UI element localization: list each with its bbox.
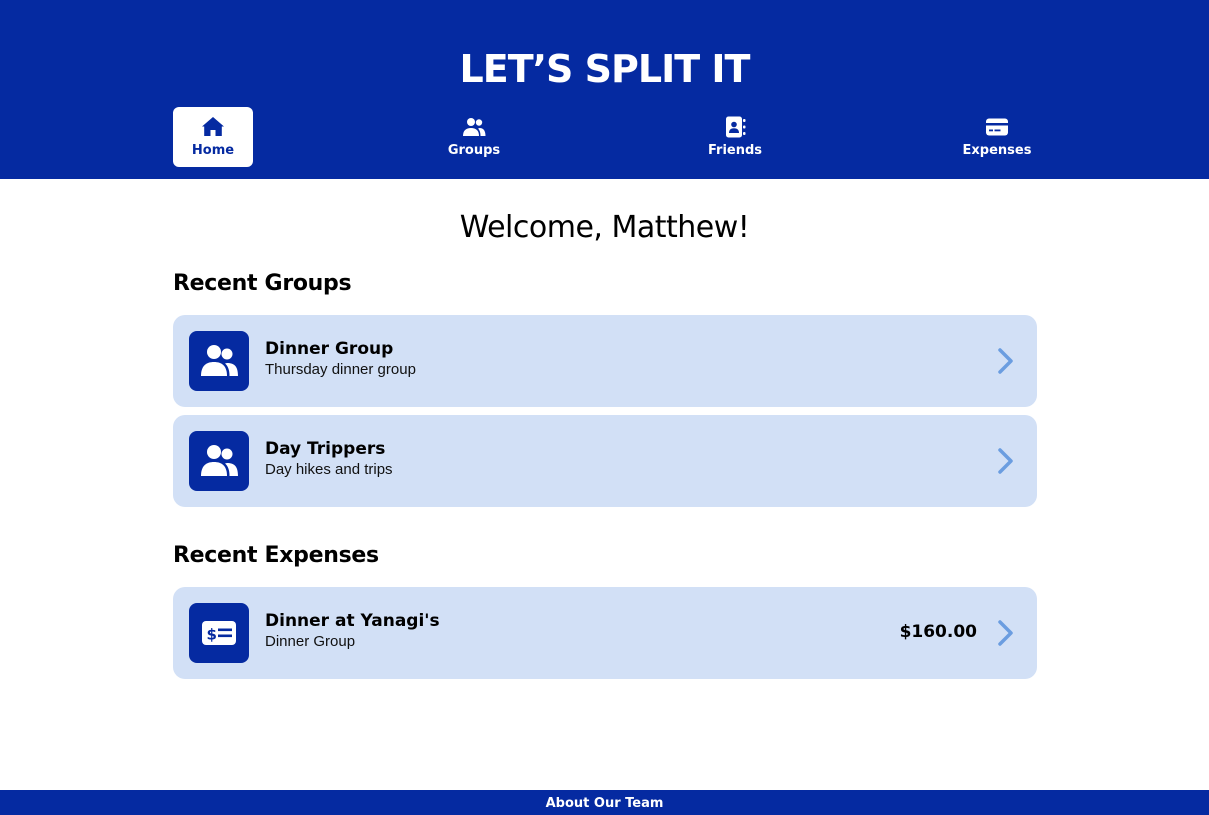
recent-expenses-title: Recent Expenses xyxy=(173,543,379,568)
nav-item-expenses[interactable]: Expenses xyxy=(957,107,1037,167)
nav-label-groups: Groups xyxy=(447,143,501,158)
about-team-link[interactable]: About Our Team xyxy=(546,796,664,811)
chevron-right-icon xyxy=(998,620,1013,646)
nav-label-home: Home xyxy=(191,143,235,158)
recent-groups-title: Recent Groups xyxy=(173,271,352,296)
welcome-heading: Welcome, Matthew! xyxy=(459,210,750,245)
expense-name: Dinner at Yanagi's xyxy=(265,611,440,631)
group-name: Dinner Group xyxy=(265,339,394,359)
group-avatar xyxy=(189,431,249,491)
group-card-dinner-group[interactable]: Dinner Group Thursday dinner group xyxy=(173,315,1037,407)
svg-text:$: $ xyxy=(207,626,217,644)
users-icon xyxy=(463,118,486,136)
credit-card-icon xyxy=(986,118,1008,136)
nav-label-friends: Friends xyxy=(707,143,763,158)
group-name: Day Trippers xyxy=(265,439,386,459)
footer: About Our Team xyxy=(0,790,1209,815)
group-description: Thursday dinner group xyxy=(265,361,416,378)
group-card-day-trippers[interactable]: Day Trippers Day hikes and trips xyxy=(173,415,1037,507)
users-icon xyxy=(201,445,238,476)
group-description: Day hikes and trips xyxy=(265,461,393,478)
expense-group: Dinner Group xyxy=(265,633,356,650)
money-bill-icon: $ xyxy=(202,621,236,645)
address-book-icon xyxy=(726,116,746,138)
nav-item-groups[interactable]: Groups xyxy=(434,107,514,167)
expense-card-dinner-at-yanagis[interactable]: $ Dinner at Yanagi's Dinner Group $160.0… xyxy=(173,587,1037,679)
expense-amount: $160.00 xyxy=(899,622,977,642)
expense-avatar: $ xyxy=(189,603,249,663)
chevron-right-icon xyxy=(998,348,1013,374)
app-title: LET’S SPLIT IT xyxy=(459,47,751,91)
nav-label-expenses: Expenses xyxy=(962,143,1032,158)
users-icon xyxy=(201,345,238,376)
group-avatar xyxy=(189,331,249,391)
main-nav: Home Groups Friends Expenses xyxy=(173,107,1037,167)
home-icon xyxy=(202,117,224,136)
app-header: LET’S SPLIT IT Home Groups Friends Expen… xyxy=(0,0,1209,179)
chevron-right-icon xyxy=(998,448,1013,474)
nav-item-home[interactable]: Home xyxy=(173,107,253,167)
nav-item-friends[interactable]: Friends xyxy=(695,107,775,167)
